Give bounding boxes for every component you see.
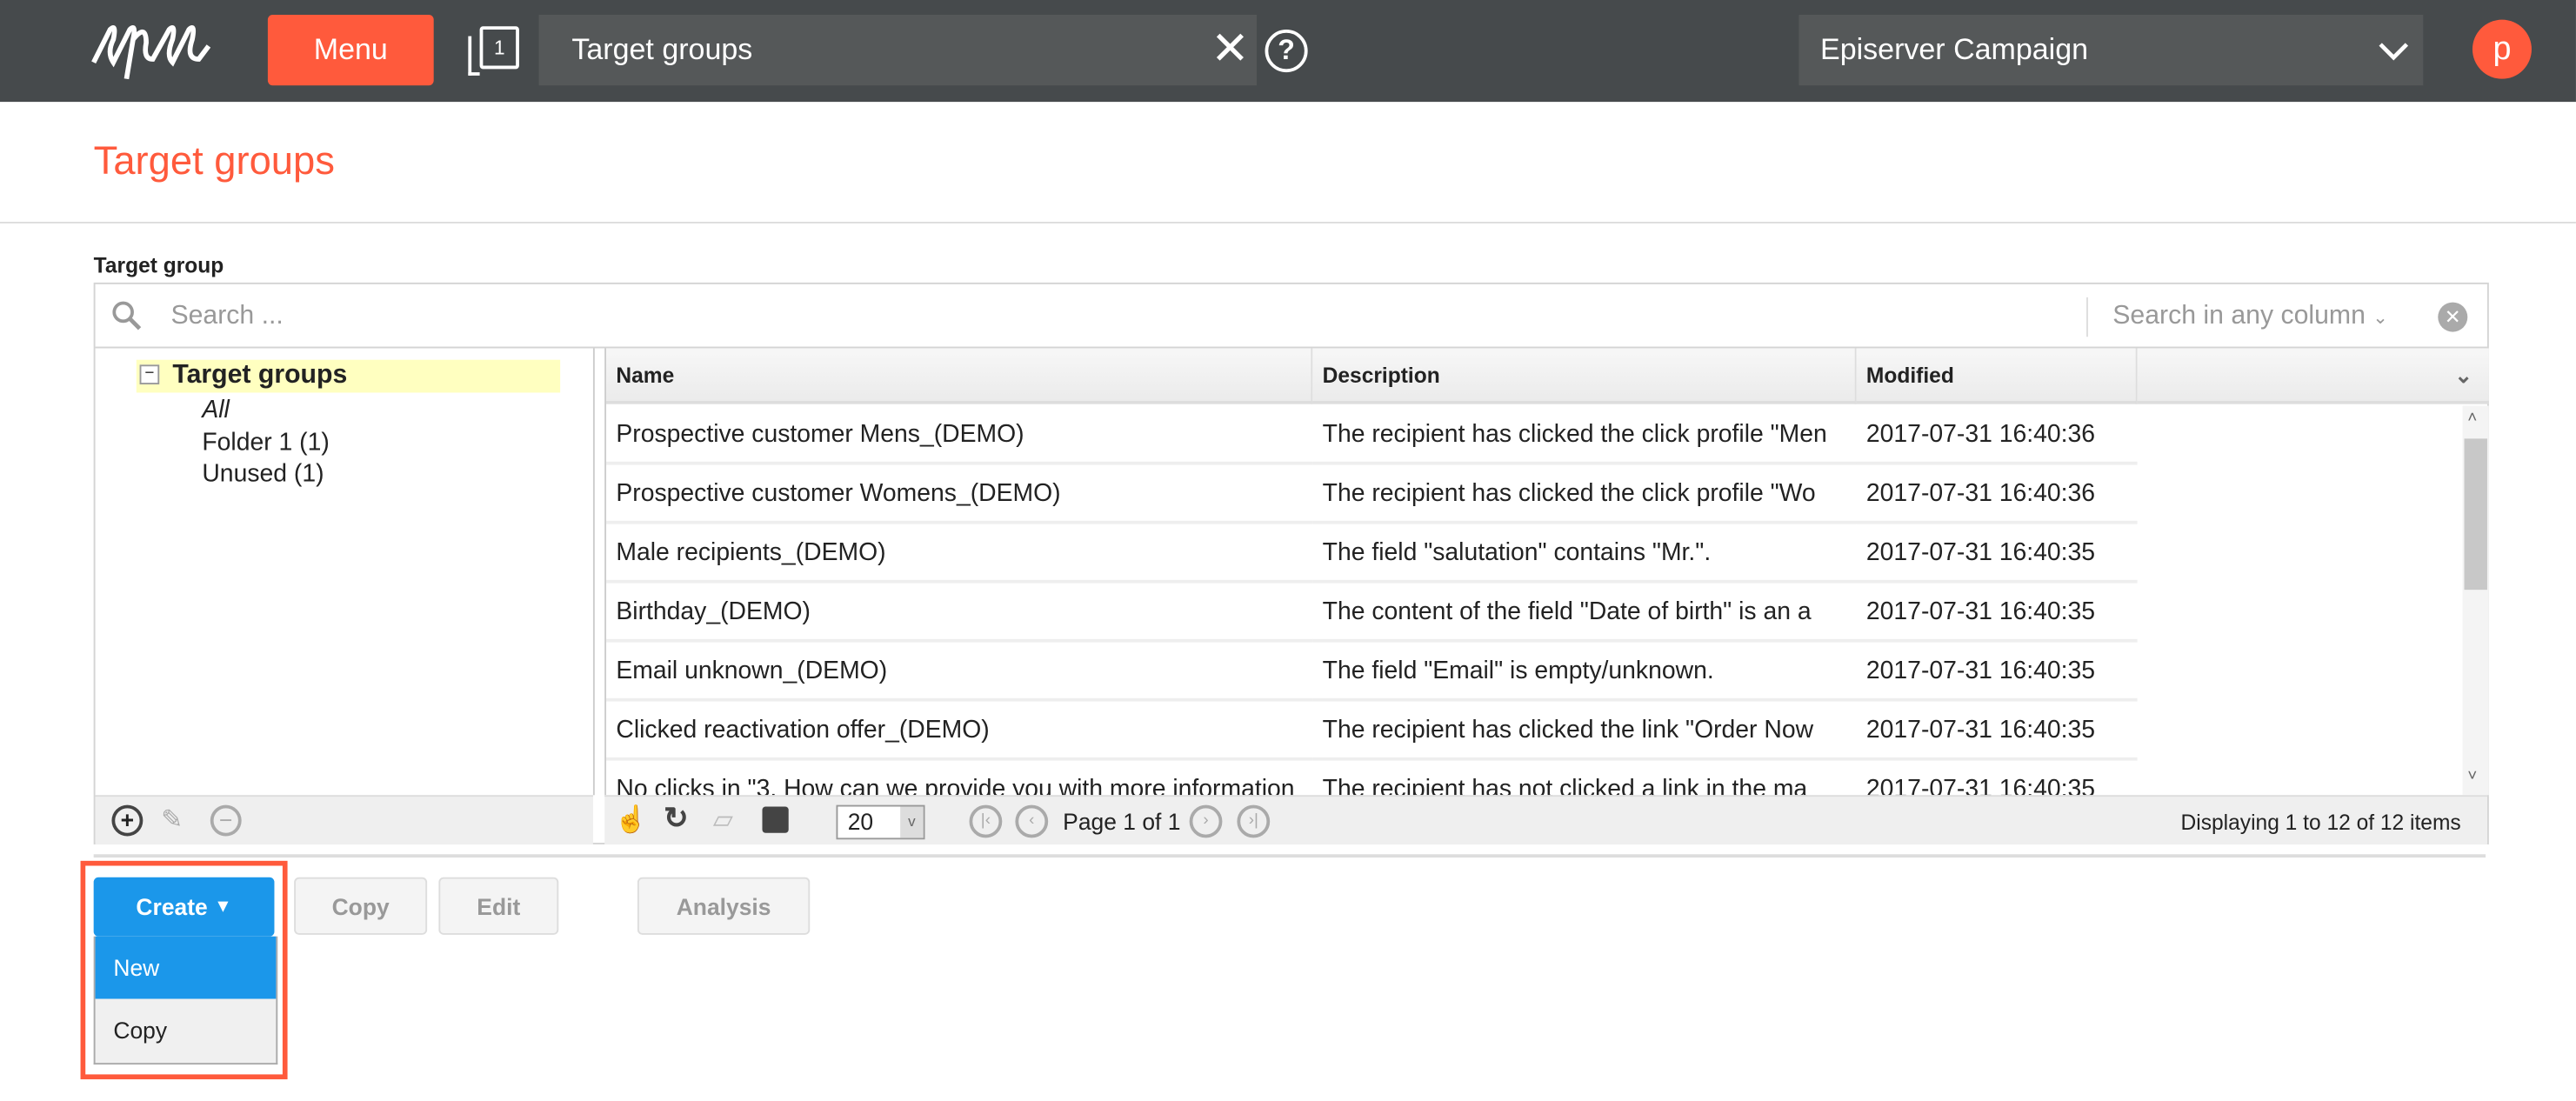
cell-modified: 2017-07-31 16:40:35 [1856,584,2138,643]
cell-name: Email unknown_(DEMO) [606,643,1313,702]
cell-description: The recipient has clicked the link "Orde… [1312,702,1857,761]
column-menu[interactable]: ⌄ [2137,348,2489,404]
search-row: Search ... Search in any column ⌄ ✕ [95,284,2487,349]
remove-folder-icon[interactable]: − [210,804,242,837]
item-count: Displaying 1 to 12 of 12 items [2180,810,2461,835]
page-indicator: Page 1 of 1 [1063,808,1181,835]
edit-button[interactable]: Edit [438,877,559,935]
cell-description: The field "salutation" contains "Mr.". [1312,524,1857,584]
table-row[interactable]: No clicks in "3. How can we provide you … [606,761,2138,796]
divider [0,222,2576,224]
avatar[interactable]: p [2472,19,2532,79]
table-pager: ☝ ↻ ▱ 20 v |‹ ‹ Page 1 of 1 › ›| Displayi… [604,795,2487,844]
section-label: Target group [93,252,224,278]
scroll-thumb[interactable] [2464,438,2487,591]
cell-name: Prospective customer Womens_(DEMO) [606,465,1313,524]
column-header-modified[interactable]: Modified [1856,348,2138,404]
tree-item-all[interactable]: All [202,396,229,424]
top-bar: Menu 1 Target groups ✕ ? Episerver Campa… [0,0,2576,103]
tree-item-unused[interactable]: Unused (1) [202,460,324,488]
eraser-icon[interactable]: ▱ [713,804,733,837]
cell-modified: 2017-07-31 16:40:36 [1856,465,2138,524]
column-header-name[interactable]: Name [606,348,1313,404]
cell-name: Prospective customer Mens_(DEMO) [606,406,1313,465]
page-title: Target groups [93,139,335,184]
folder-tree: − Target groups All Folder 1 (1) Unused … [96,348,595,796]
target-group-panel: Search ... Search in any column ⌄ ✕ − Ta… [93,282,2489,844]
cell-description: The recipient has clicked the click prof… [1312,465,1857,524]
last-page-icon[interactable]: ›| [1237,804,1271,838]
open-tabs-icon[interactable]: 1 [468,26,519,76]
edit-pencil-icon[interactable]: ✎ [161,804,183,837]
cell-modified: 2017-07-31 16:40:35 [1857,761,2138,796]
scroll-up-icon[interactable]: ˄ [2467,409,2477,427]
cell-name: Male recipients_(DEMO) [606,524,1313,584]
cell-description: The content of the field "Date of birth"… [1312,584,1857,643]
clear-search-icon[interactable]: ✕ [2438,302,2468,332]
cell-description: The recipient has clicked the click prof… [1312,406,1857,465]
chevron-down-icon [2379,42,2409,60]
help-icon[interactable]: ? [1265,30,1308,73]
page-size-select[interactable]: 20 v [836,804,925,840]
cell-modified: 2017-07-31 16:40:35 [1856,524,2138,584]
table-row[interactable]: Clicked reactivation offer_(DEMO) The rec… [606,702,2138,761]
cell-name: No clicks in "3. How can we provide you … [606,761,1312,796]
cell-name: Clicked reactivation offer_(DEMO) [606,702,1313,761]
add-folder-icon[interactable]: + [111,804,143,837]
cell-modified: 2017-07-31 16:40:35 [1856,643,2138,702]
search-icon [112,301,142,330]
cell-modified: 2017-07-31 16:40:35 [1856,702,2138,761]
chevron-down-icon: v [900,806,924,838]
prev-page-icon[interactable]: ‹ [1015,804,1049,838]
save-icon[interactable] [762,806,789,833]
cell-name: Birthday_(DEMO) [606,584,1313,643]
vertical-scrollbar[interactable]: ˄ ˅ [2462,405,2489,796]
divider [93,854,2486,858]
table-row[interactable]: Birthday_(DEMO) The content of the field … [606,584,2138,643]
collapse-icon[interactable]: − [139,364,160,385]
site-selector[interactable]: Episerver Campaign [1799,15,2424,86]
close-icon[interactable]: ✕ [1211,25,1249,72]
tab-count: 1 [479,26,519,70]
table-row[interactable]: Prospective customer Womens_(DEMO) The re… [606,465,2138,524]
cell-description: The field "Email" is empty/unknown. [1312,643,1857,702]
tree-root[interactable]: − Target groups [136,359,561,393]
chevron-down-icon: ⌄ [2372,309,2388,329]
column-header-description[interactable]: Description [1312,348,1857,404]
chevron-down-icon: ⌄ [2454,363,2473,388]
first-page-icon[interactable]: |‹ [969,804,1003,838]
menu-button[interactable]: Menu [267,15,434,86]
tree-item-folder-1[interactable]: Folder 1 (1) [202,429,329,457]
table-row[interactable]: Email unknown_(DEMO) The field "Email" is… [606,643,2138,702]
table-row[interactable]: Male recipients_(DEMO) The field "salutat… [606,524,2138,584]
column-filter-select[interactable]: Search in any column ⌄ [2112,303,2387,332]
cell-modified: 2017-07-31 16:40:36 [1856,406,2138,465]
table-row[interactable]: Prospective customer Mens_(DEMO) The reci… [606,406,2138,465]
cell-description: The recipient has not clicked a link in … [1312,761,1856,796]
analysis-button[interactable]: Analysis [637,877,811,935]
scroll-down-icon[interactable]: ˅ [2467,767,2477,785]
episerver-logo[interactable] [90,23,225,82]
next-page-icon[interactable]: › [1189,804,1223,838]
hand-pointer-icon[interactable]: ☝ [614,804,647,837]
target-groups-table: Name Description Modified ⌄ Prospective … [604,348,2489,796]
table-body: Prospective customer Mens_(DEMO) The reci… [606,406,2461,796]
search-input[interactable]: Search ... [170,303,283,332]
global-search-input[interactable]: Target groups [538,15,1258,86]
highlight-box [80,860,288,1080]
tree-toolbar: + ✎ − [95,795,593,844]
copy-button[interactable]: Copy [294,877,428,935]
refresh-icon[interactable]: ↻ [664,802,689,837]
